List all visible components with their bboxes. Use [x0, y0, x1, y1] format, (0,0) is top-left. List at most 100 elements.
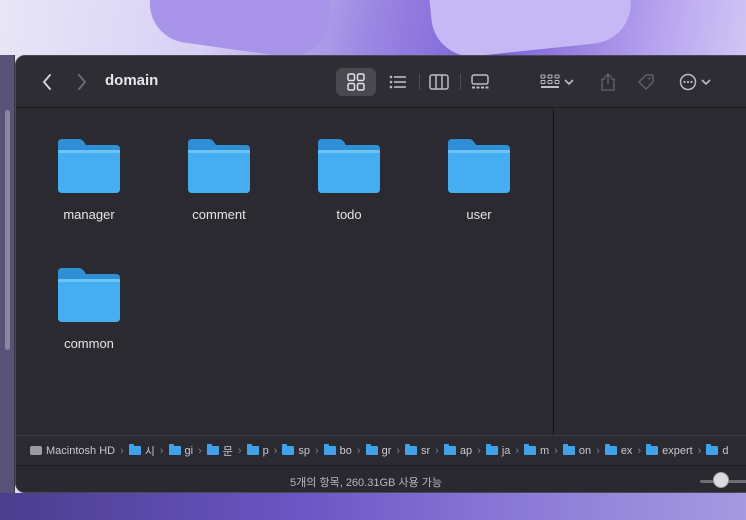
folder-item[interactable]: user — [419, 137, 539, 222]
finder-window: domain manager comment todo user common … — [15, 55, 746, 493]
toolbar-divider — [419, 74, 420, 90]
path-item[interactable]: gr — [365, 444, 391, 457]
share-button[interactable] — [594, 68, 622, 96]
path-item[interactable]: Macintosh HD — [30, 445, 115, 457]
folder-icon — [646, 444, 659, 455]
folder-icon — [188, 139, 250, 193]
folder-icon — [365, 444, 378, 455]
path-separator: › — [596, 444, 600, 457]
tag-icon — [638, 74, 654, 90]
folder-item[interactable]: manager — [29, 137, 149, 222]
path-separator: › — [356, 444, 361, 457]
background-window-edge — [0, 55, 15, 493]
path-label: m — [540, 444, 550, 457]
path-separator: › — [237, 444, 242, 457]
toolbar: domain — [16, 56, 746, 108]
chevron-down-icon — [701, 79, 711, 86]
path-item[interactable]: expert — [646, 444, 693, 457]
path-label: on — [578, 444, 592, 457]
folder-icon — [604, 444, 617, 455]
folder-item[interactable]: todo — [289, 137, 409, 222]
folder-icon — [323, 444, 336, 455]
path-separator: › — [273, 444, 278, 457]
path-separator: › — [697, 444, 702, 457]
path-label: ap — [459, 444, 473, 457]
wallpaper-shape — [144, 0, 336, 63]
status-bar: 5개의 항목, 260.31GB 사용 가능 — [16, 465, 746, 492]
file-icon-grid: manager comment todo user common — [16, 109, 553, 435]
path-label: sr — [421, 444, 431, 457]
path-label: 시 — [144, 445, 155, 458]
gallery-icon — [471, 74, 489, 89]
folder-icon — [405, 444, 418, 455]
path-item[interactable]: m — [524, 444, 550, 457]
path-label: sp — [298, 444, 310, 457]
more-actions-button[interactable] — [674, 68, 716, 96]
folder-icon — [448, 139, 510, 193]
path-separator: › — [198, 444, 202, 457]
share-icon — [601, 73, 615, 91]
tag-button[interactable] — [632, 68, 660, 96]
path-item[interactable]: on — [562, 444, 592, 457]
columns-icon — [429, 74, 449, 90]
path-separator: › — [396, 444, 401, 457]
status-text: 5개의 항목, 260.31GB 사용 가능 — [290, 477, 442, 489]
folder-label: comment — [192, 207, 246, 222]
path-item[interactable]: ja — [485, 444, 510, 457]
window-title: domain — [105, 72, 159, 89]
folder-icon — [706, 444, 719, 455]
folder-icon — [58, 268, 120, 322]
folder-icon — [128, 444, 141, 455]
path-item[interactable]: ex — [604, 444, 633, 457]
toolbar-divider — [460, 74, 461, 90]
group-by-button[interactable] — [536, 68, 578, 96]
folder-label: todo — [336, 207, 362, 222]
path-separator: › — [120, 444, 124, 457]
grid-icon — [347, 73, 365, 91]
path-item[interactable]: 시 — [128, 443, 155, 459]
path-separator: › — [637, 444, 642, 457]
preview-pane — [553, 109, 746, 435]
gallery-view-button[interactable] — [464, 68, 496, 96]
folder-label: common — [64, 336, 114, 351]
folder-icon — [524, 444, 537, 455]
folder-icon — [443, 444, 456, 455]
path-item[interactable]: gi — [168, 444, 194, 457]
path-item[interactable]: d — [706, 444, 728, 457]
folder-label: manager — [63, 207, 115, 222]
folder-icon — [562, 444, 575, 455]
ellipsis-circle-icon — [679, 73, 697, 91]
path-item[interactable]: bo — [323, 444, 352, 457]
path-item[interactable]: 문 — [206, 443, 233, 459]
back-button[interactable] — [36, 70, 58, 94]
path-item[interactable]: sr — [405, 444, 431, 457]
chevron-down-icon — [564, 79, 574, 86]
path-item[interactable]: p — [246, 444, 269, 457]
path-label: gi — [184, 444, 194, 457]
path-item[interactable]: ap — [443, 444, 473, 457]
hard-drive-icon — [30, 446, 42, 455]
path-separator: › — [554, 444, 558, 457]
wallpaper-shape — [425, 0, 635, 61]
folder-icon — [282, 444, 295, 455]
path-label: expert — [662, 444, 693, 457]
path-label: Macintosh HD — [46, 444, 116, 457]
chevron-right-icon — [78, 74, 87, 90]
icon-size-slider-knob[interactable] — [713, 472, 729, 488]
column-view-button[interactable] — [423, 68, 455, 96]
icon-view-button[interactable] — [336, 68, 376, 96]
scrollbar[interactable] — [5, 110, 10, 350]
list-view-button[interactable] — [382, 68, 414, 96]
folder-item[interactable]: comment — [159, 137, 279, 222]
list-icon — [389, 75, 406, 89]
path-label: ex — [620, 444, 633, 457]
path-separator: › — [435, 444, 439, 457]
folder-icon — [58, 139, 120, 193]
path-separator: › — [159, 444, 164, 457]
path-label: 문 — [222, 445, 233, 458]
folder-icon — [168, 444, 181, 455]
path-item[interactable]: sp — [282, 444, 310, 457]
forward-button[interactable] — [71, 70, 93, 94]
folder-item[interactable]: common — [29, 266, 149, 351]
path-separator: › — [477, 444, 481, 457]
